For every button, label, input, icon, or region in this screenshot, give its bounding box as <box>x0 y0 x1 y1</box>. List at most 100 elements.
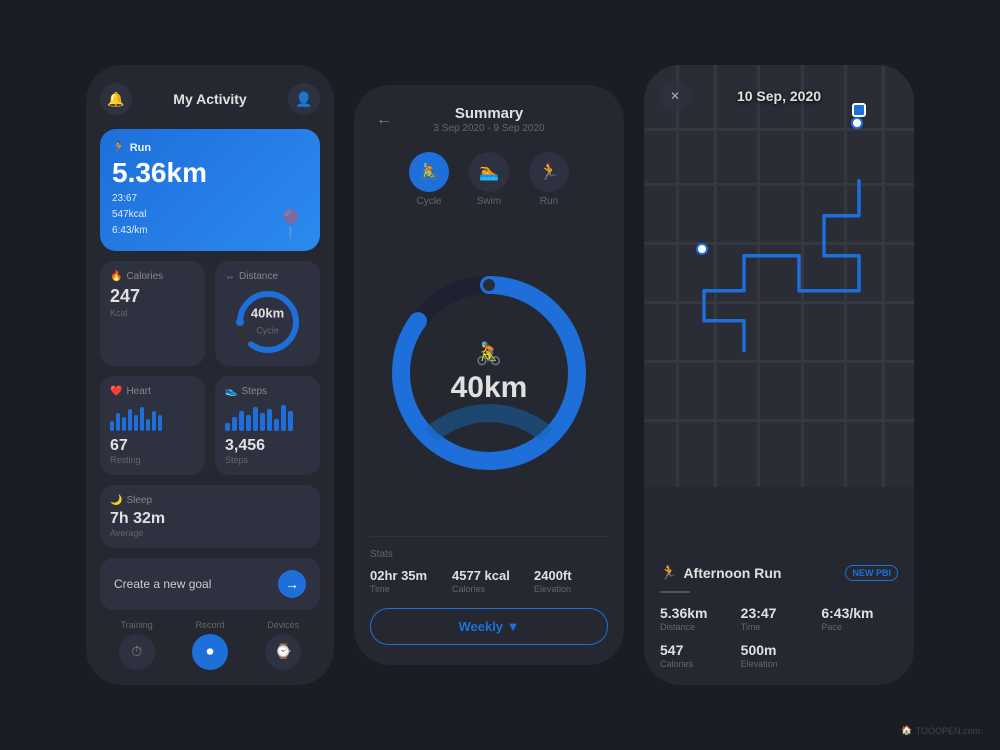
bell-button[interactable]: 🔔 <box>100 83 132 115</box>
cycle-tab-label: Cycle <box>416 196 441 207</box>
distance-circle: 40km Cycle <box>225 288 310 356</box>
goal-btn-label: Create a new goal <box>114 577 211 591</box>
run-tab-label: Run <box>540 196 558 207</box>
stat-time-label: Time <box>370 584 444 594</box>
back-button[interactable]: ← <box>370 106 398 134</box>
stat-time-value: 02hr 35m <box>370 568 444 583</box>
calories-value: 247 <box>110 286 195 307</box>
card2-header: ← Summary 3 Sep 2020 - 9 Sep 2020 <box>370 105 608 134</box>
time-val: 23:47 <box>741 605 818 621</box>
elevation-val: 500m <box>741 642 818 658</box>
info-stat-time: 23:47 Time <box>741 605 818 632</box>
map-close-button[interactable]: ✕ <box>660 81 690 111</box>
run-title: 🏃 Afternoon Run <box>660 564 781 581</box>
info-stats-grid: 5.36km Distance 23:47 Time 6:43/km Pace … <box>660 605 898 669</box>
goal-arrow-icon: → <box>278 570 306 598</box>
distance-lbl: Distance <box>660 622 737 632</box>
calories-label: 🔥 Calories <box>110 271 195 282</box>
weekly-button[interactable]: Weekly ▼ <box>370 608 608 645</box>
tab-swim[interactable]: 🏊 Swim <box>469 152 509 207</box>
sleep-card: 🌙 Sleep 7h 32m Average <box>100 485 320 548</box>
info-stat-distance: 5.36km Distance <box>660 605 737 632</box>
calories-lbl: Calories <box>660 659 737 669</box>
cycle-tab-icon: 🚴 <box>409 152 449 192</box>
card2-title-wrap: Summary 3 Sep 2020 - 9 Sep 2020 <box>398 105 580 134</box>
distance-type: Cycle <box>256 325 279 335</box>
calories-card: 🔥 Calories 247 Kcal <box>100 261 205 366</box>
heart-card: ❤️ Heart 67 Resting <box>100 376 205 475</box>
swim-tab-label: Swim <box>477 196 501 207</box>
steps-bars <box>225 403 310 431</box>
distance-value: 40km <box>251 305 284 320</box>
pace-val: 6:43/km <box>821 605 898 621</box>
elevation-lbl: Elevation <box>741 659 818 669</box>
card2-date-range: 3 Sep 2020 - 9 Sep 2020 <box>398 123 580 134</box>
stats-row-2: ❤️ Heart 67 Resting 👟 Steps <box>100 376 320 475</box>
card1-header: 🔔 My Activity 👤 <box>100 83 320 115</box>
weekly-btn-label: Weekly ▼ <box>458 619 519 634</box>
stats-label: Stats <box>370 549 608 560</box>
stat-cal-value: 4577 kcal <box>452 568 526 583</box>
record-icon-btn[interactable]: ⏺ <box>192 634 228 670</box>
info-stat-pace: 6:43/km Pace <box>821 605 898 632</box>
steps-value: 3,456 <box>225 437 310 455</box>
route-mid-dot <box>696 243 708 255</box>
run-title-icon: 🏃 <box>660 564 677 581</box>
calories-unit: Kcal <box>110 308 195 318</box>
info-stat-calories: 547 Calories <box>660 642 737 669</box>
heart-sub: Resting <box>110 455 195 465</box>
user-button[interactable]: 👤 <box>288 83 320 115</box>
heart-value: 67 <box>110 437 195 455</box>
stat-elevation: 2400ft Elevation <box>534 568 608 594</box>
info-divider <box>660 591 690 593</box>
bike-icon: 🚴 <box>451 341 528 367</box>
sleep-label: 🌙 Sleep <box>110 495 310 506</box>
tab-run[interactable]: 🏃 Run <box>529 152 569 207</box>
stat-calories: 4577 kcal Calories <box>452 568 526 594</box>
nav-record[interactable]: Record ⏺ <box>192 620 228 670</box>
map-header: ✕ 10 Sep, 2020 <box>644 65 914 111</box>
map-card: ✕ 10 Sep, 2020 🏃 Afternoon Run NEW PBI 5… <box>644 65 914 685</box>
route-path <box>644 65 914 487</box>
donut-value: 40km <box>451 371 528 405</box>
stat-elev-value: 2400ft <box>534 568 608 583</box>
steps-label: 👟 Steps <box>225 386 310 397</box>
devices-icon-btn[interactable]: ⌚ <box>265 634 301 670</box>
tab-cycle[interactable]: 🚴 Cycle <box>409 152 449 207</box>
calories-val: 547 <box>660 642 737 658</box>
card2-title: Summary <box>398 105 580 122</box>
donut-chart: 🚴 40km <box>370 223 608 522</box>
steps-card: 👟 Steps 3,456 Steps <box>215 376 320 475</box>
route-start-dot <box>851 117 863 129</box>
run-distance: 5.36km <box>112 158 308 189</box>
nav-training[interactable]: Training ⏱ <box>119 620 155 670</box>
stat-cal-label: Calories <box>452 584 526 594</box>
heart-bars <box>110 403 195 431</box>
info-stat-elevation: 500m Elevation <box>741 642 818 669</box>
sleep-value: 7h 32m <box>110 510 310 528</box>
run-block[interactable]: 🏃 Run 5.36km 23:67 547kcal 6:43/km 📍 <box>100 129 320 251</box>
time-lbl: Time <box>741 622 818 632</box>
distance-label: ↔ Distance <box>225 271 310 282</box>
nav-devices[interactable]: Devices ⌚ <box>265 620 301 670</box>
stat-elev-label: Elevation <box>534 584 608 594</box>
watermark: 🏠 TOOOPEN.com <box>901 725 980 736</box>
activity-card: 🔔 My Activity 👤 🏃 Run 5.36km 23:67 547kc… <box>86 65 334 685</box>
heart-label: ❤️ Heart <box>110 386 195 397</box>
training-icon-btn[interactable]: ⏱ <box>119 634 155 670</box>
bottom-nav: Training ⏱ Record ⏺ Devices ⌚ <box>100 620 320 670</box>
stats-row-1: 🔥 Calories 247 Kcal ↔ Distance 4 <box>100 261 320 366</box>
map-date: 10 Sep, 2020 <box>737 88 821 104</box>
info-title-row: 🏃 Afternoon Run NEW PBI <box>660 564 898 581</box>
run-icon-decoration: 📍 <box>273 208 308 241</box>
donut-center: 🚴 40km <box>451 341 528 405</box>
create-goal-button[interactable]: Create a new goal → <box>100 558 320 610</box>
run-tab-icon: 🏃 <box>529 152 569 192</box>
map-background <box>644 65 914 487</box>
steps-sub: Steps <box>225 455 310 465</box>
pace-lbl: Pace <box>821 622 898 632</box>
distance-val: 5.36km <box>660 605 737 621</box>
stat-time: 02hr 35m Time <box>370 568 444 594</box>
pbi-badge: NEW PBI <box>845 565 898 581</box>
stats-row: 02hr 35m Time 4577 kcal Calories 2400ft … <box>370 568 608 594</box>
